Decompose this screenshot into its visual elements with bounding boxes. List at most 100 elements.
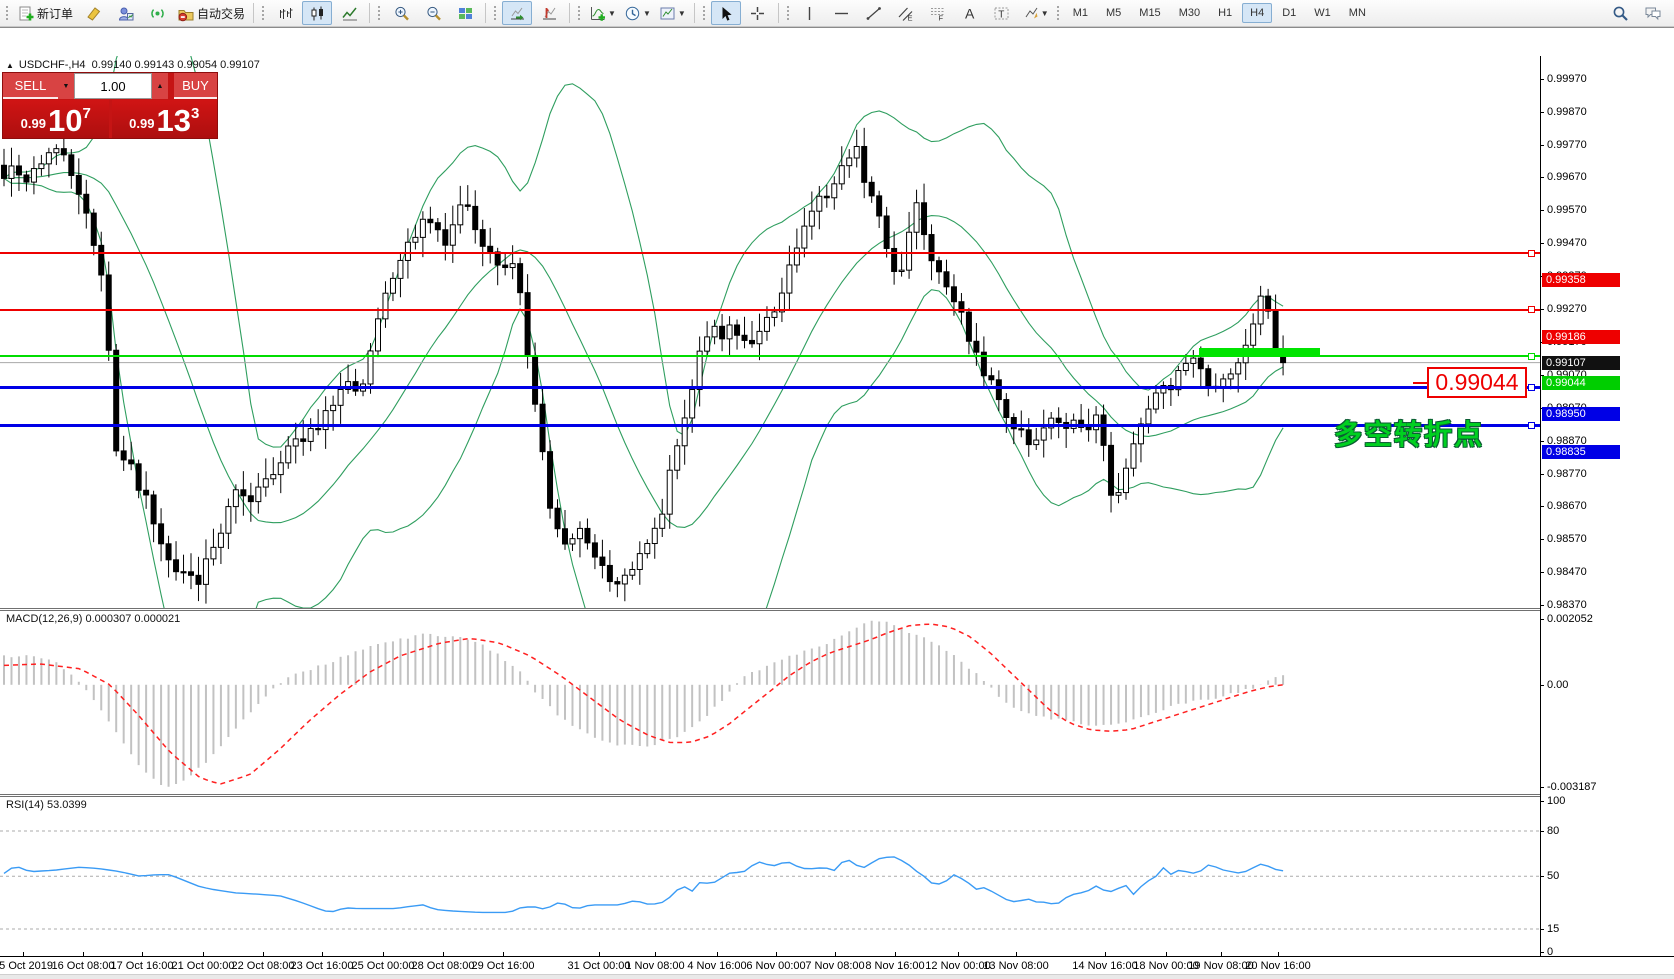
toolbar-button-new-order[interactable]: 新订单 (14, 1, 76, 25)
toolbar-button-bar-chart[interactable] (270, 1, 300, 25)
chevron-down-icon[interactable]: ▼ (678, 9, 686, 18)
chevron-down-icon[interactable]: ▼ (608, 9, 616, 18)
toolbar-separator (369, 3, 370, 23)
time-tick-mark (958, 952, 959, 957)
toolbar-drag-handle[interactable] (493, 4, 498, 22)
buy-button[interactable]: BUY (174, 73, 217, 99)
cursor-icon (717, 5, 734, 22)
toolbar-button-crosshair[interactable] (743, 1, 773, 25)
toolbar-button-hline[interactable] (827, 1, 857, 25)
timeframe-button-mn[interactable]: MN (1341, 3, 1374, 23)
time-axis[interactable]: 15 Oct 201916 Oct 08:0017 Oct 16:0021 Oc… (0, 956, 1674, 975)
main-price-pane (0, 56, 1540, 608)
toolbar-drag-handle[interactable] (377, 4, 382, 22)
rsi-scale-label: 50 (1547, 870, 1559, 882)
toolbar-drag-handle[interactable] (5, 4, 10, 22)
axis-tick-mark (1540, 619, 1544, 620)
timeframe-button-w1[interactable]: W1 (1306, 3, 1339, 23)
auto-scroll-icon (509, 5, 526, 22)
time-tick-mark (1166, 952, 1167, 957)
trendline-icon (865, 5, 882, 22)
toolbar-drag-handle[interactable] (702, 4, 707, 22)
volume-decrease-button[interactable]: ▼ (58, 73, 74, 99)
toolbar-drag-handle[interactable] (261, 4, 266, 22)
toolbar-button-periods[interactable]: ▼ (621, 1, 654, 25)
line-handle[interactable] (1528, 250, 1535, 257)
axis-tick-mark (1540, 506, 1544, 507)
toolbar-button-zoom-out[interactable] (418, 1, 448, 25)
price-axis[interactable]: 0.999700.998700.997700.996700.995700.994… (1540, 56, 1674, 956)
rsi-scale-label: 80 (1547, 825, 1559, 837)
toolbar-button-text[interactable]: A (955, 1, 985, 25)
axis-tick-mark (1540, 685, 1544, 686)
toolbar-button-autotrading[interactable]: 自动交易 (174, 1, 248, 25)
toolbar-button-auto-scroll[interactable] (502, 1, 532, 25)
sell-price-display[interactable]: 0.99 10 7 (3, 100, 109, 138)
horizontal-line-object[interactable] (0, 424, 1540, 427)
price-callout-box[interactable]: 0.99044 (1427, 367, 1527, 398)
toolbar-drag-handle[interactable] (786, 4, 791, 22)
timeframe-button-d1[interactable]: D1 (1274, 3, 1304, 23)
toolbar-button-trendline[interactable] (859, 1, 889, 25)
toolbar-button-search[interactable] (1605, 1, 1635, 25)
axis-tick-mark (1540, 112, 1544, 113)
axis-tick-mark (1540, 539, 1544, 540)
line-handle[interactable] (1528, 353, 1535, 360)
chevron-down-icon[interactable]: ▼ (643, 9, 651, 18)
toolbar-separator (778, 3, 779, 23)
toolbar-button-templates[interactable]: ▼ (656, 1, 689, 25)
axis-tick-mark (1540, 787, 1544, 788)
layouts-icon (85, 5, 102, 22)
toolbar-button-indicators[interactable]: ▼ (586, 1, 619, 25)
timeframe-button-h4[interactable]: H4 (1242, 3, 1272, 23)
toolbar-drag-handle[interactable] (577, 4, 582, 22)
volume-input[interactable]: 1.00 (74, 73, 152, 99)
toolbar-button-label[interactable]: T (987, 1, 1017, 25)
horizontal-line-object[interactable] (0, 309, 1540, 311)
line-handle[interactable] (1528, 422, 1535, 429)
toolbar-button-chart-shift[interactable] (534, 1, 564, 25)
buy-price-display[interactable]: 0.99 13 3 (112, 100, 218, 138)
timeframe-button-m5[interactable]: M5 (1098, 3, 1129, 23)
search-icon (1612, 5, 1629, 22)
price-badge: 0.99186 (1542, 330, 1620, 344)
price-tick-label: 0.99870 (1547, 106, 1587, 118)
line-handle[interactable] (1528, 306, 1535, 313)
chevron-down-icon[interactable]: ▼ (1041, 9, 1049, 18)
price-tick-label: 0.99770 (1547, 139, 1587, 151)
toolbar-button-shapes[interactable]: ▼ (1019, 1, 1052, 25)
toolbar-button-profiles[interactable] (110, 1, 140, 25)
pivot-annotation-text[interactable]: 多空转折点 (1334, 413, 1484, 453)
toolbar-button-vline[interactable] (795, 1, 825, 25)
timeframe-button-h1[interactable]: H1 (1210, 3, 1240, 23)
toolbar-button-candles[interactable] (302, 1, 332, 25)
volume-increase-button[interactable]: ▲ (152, 73, 168, 99)
rsi-scale-label: 15 (1547, 923, 1559, 935)
toolbar-button-line-chart[interactable] (334, 1, 364, 25)
toolbar-drag-handle[interactable] (1056, 4, 1061, 22)
toolbar-button-signals[interactable] (142, 1, 172, 25)
timeframe-button-m15[interactable]: M15 (1131, 3, 1168, 23)
time-tick-mark (203, 952, 204, 957)
timeframe-button-m30[interactable]: M30 (1171, 3, 1208, 23)
new-order-icon (17, 5, 34, 22)
horizontal-line-object[interactable] (0, 386, 1540, 389)
collapse-panel-icon[interactable]: ▲ (6, 61, 14, 70)
toolbar-button-channel[interactable]: E (891, 1, 921, 25)
toolbar-button-tile-windows[interactable] (450, 1, 480, 25)
toolbar-button-chat[interactable] (1637, 1, 1667, 25)
price-tick-label: 0.98770 (1547, 468, 1587, 480)
line-handle[interactable] (1528, 384, 1535, 391)
time-tick-mark (503, 952, 504, 957)
toolbar-button-fibonacci[interactable]: F (923, 1, 953, 25)
horizontal-line-object[interactable] (0, 252, 1540, 254)
toolbar-button-cursor[interactable] (711, 1, 741, 25)
time-tick-mark (895, 952, 896, 957)
toolbar: 新订单 自动交易 ▼ ▼ ▼ EFAT ▼ M1M5M15M30H1H4D1W1MN (0, 0, 1674, 27)
sell-button[interactable]: SELL (3, 73, 58, 99)
timeframe-button-m1[interactable]: M1 (1065, 3, 1096, 23)
support-zone-rectangle[interactable] (1199, 348, 1320, 357)
macd-scale-label: -0.003187 (1547, 781, 1597, 793)
toolbar-button-zoom-in[interactable] (386, 1, 416, 25)
toolbar-button-layouts[interactable] (78, 1, 108, 25)
